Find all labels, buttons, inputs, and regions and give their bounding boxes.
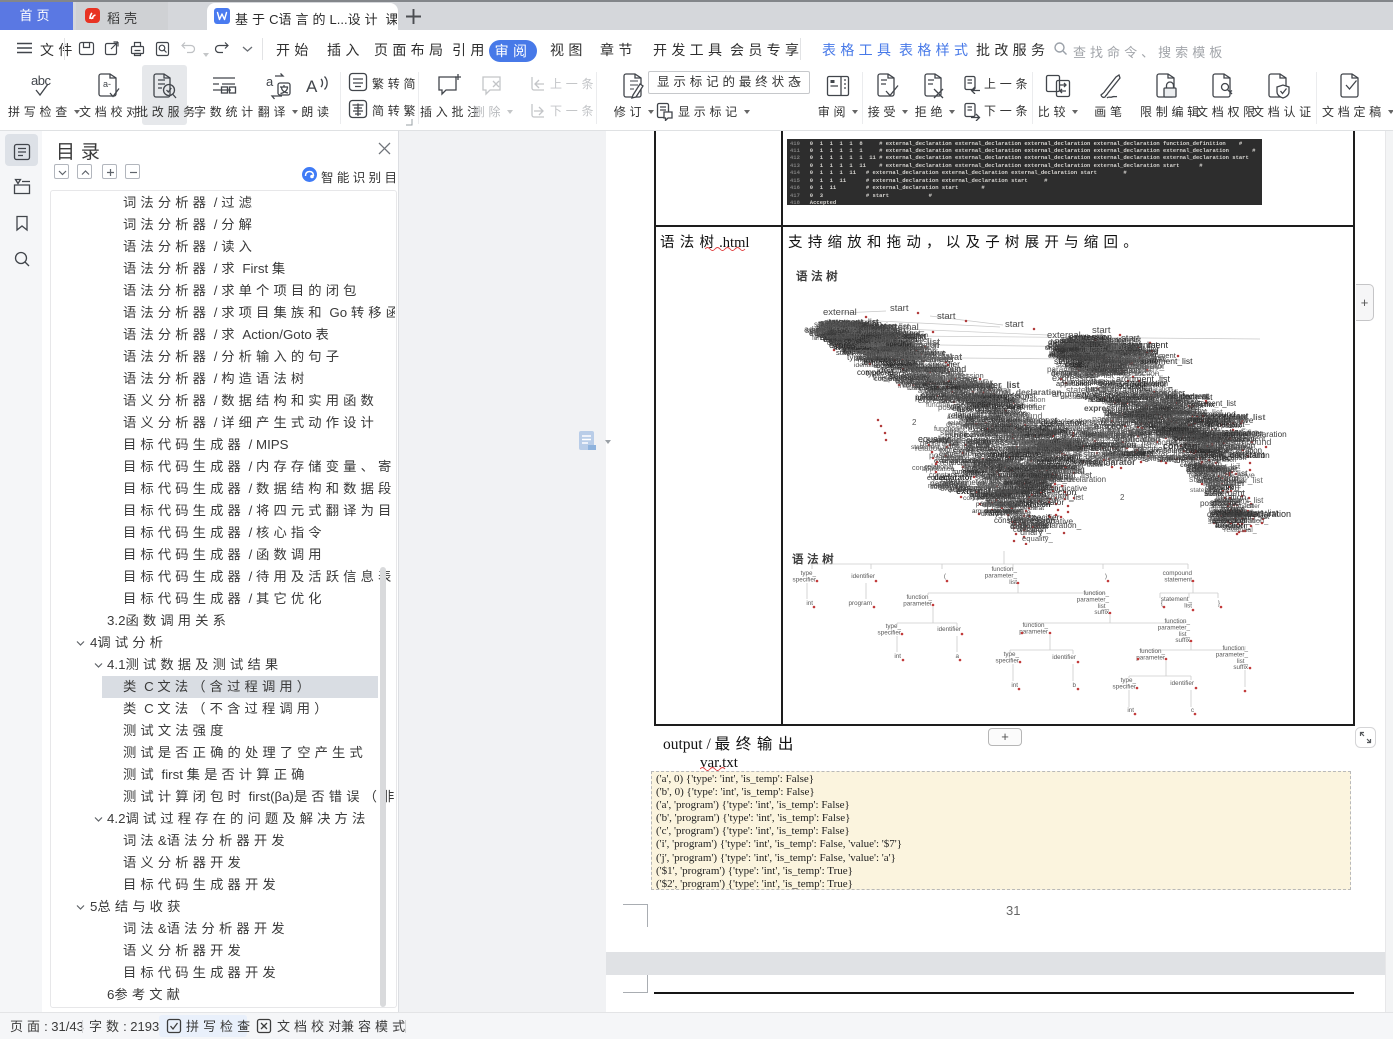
svg-text:specifier: specifier [1113,683,1136,690]
svg-text:list: list [1009,579,1017,586]
svg-text:identifier: identifier [851,573,875,580]
svg-text:external_declaration: external_declaration [978,387,1062,397]
svg-text:constant: constant [1052,462,1083,471]
svg-text:suffix: suffix [1087,462,1103,469]
svg-text:asse: asse [1007,450,1021,457]
svg-text:expression_: expression_ [1095,456,1131,463]
svg-text:specifier: specifier [793,576,816,583]
svg-text:suffix: suffix [1131,426,1152,436]
svg-text:parameter: parameter [946,394,977,401]
svg-text:postfix_: postfix_ [1079,352,1109,362]
svg-text:start: start [1005,319,1024,330]
svg-text:identifier: identifier [1052,654,1076,661]
svg-text:external: external [1078,338,1112,349]
svg-text:relational_: relational_ [940,458,976,467]
svg-text:start: start [1092,325,1111,336]
svg-text:init_declarat: init_declarat [950,441,990,450]
svg-text:parameter: parameter [913,365,952,375]
svg-text:a: a [955,653,959,660]
svg-text:declaration: declaration [1050,352,1082,359]
svg-text:program: program [849,600,872,607]
svg-text:application: application [1222,429,1260,438]
svg-text:int: int [1127,707,1134,714]
svg-text:specifier: specifier [930,376,958,383]
svg-text:init_declarat: init_declarat [1008,505,1044,512]
svg-text:expression_: expression_ [1052,373,1102,383]
svg-text:suffix: suffix [1094,609,1109,616]
svg-text:parameter: parameter [1136,654,1165,661]
svg-text:compound: compound [857,368,893,377]
svg-text:suffix: suffix [1175,637,1190,644]
svg-text:iteration_: iteration_ [1087,424,1125,434]
svg-text:selection_: selection_ [1230,510,1263,518]
svg-text:specifier: specifier [996,657,1019,664]
svg-text:external: external [823,307,857,318]
svg-text:function_: function_ [1172,403,1203,412]
svg-text:2: 2 [1048,483,1053,492]
svg-text:list: list [1184,602,1192,609]
svg-text:start: start [937,311,956,322]
svg-text:external_: external_ [885,322,925,333]
svg-text:}: } [1218,600,1220,607]
svg-text:(: ( [944,573,947,580]
svg-text:statement: statement [1164,576,1192,583]
svg-text:asse: asse [989,466,1003,473]
svg-text:function_: function_ [1215,520,1250,530]
svg-text:A: A [306,77,318,96]
svg-text:start: start [1124,341,1143,352]
svg-text:b: b [1072,682,1076,689]
svg-text:start: start [890,303,909,314]
svg-text:2: 2 [1120,493,1125,502]
svg-text:2: 2 [1043,463,1048,472]
svg-text:abc: abc [31,73,51,88]
svg-text:a-: a- [103,79,111,89]
svg-text:identifier: identifier [1018,520,1053,530]
svg-text:assignment: assignment [892,345,930,352]
svg-text:suffix: suffix [1204,488,1224,498]
svg-text:statement_list: statement_list [1187,416,1231,424]
svg-text:2: 2 [912,418,917,427]
svg-text:int: int [894,653,901,660]
svg-text:constant: constant [1185,448,1211,455]
svg-text:identifier: identifier [1039,440,1068,449]
svg-text:multiplicative: multiplicative [1207,470,1255,480]
svg-text:identifier: identifier [1170,680,1194,687]
svg-text:parameter: parameter [1019,628,1048,635]
svg-text:application: application [1045,427,1088,437]
svg-text:function_: function_ [926,402,954,409]
svg-text:declaration_: declaration_ [851,333,897,343]
svg-text:): ) [1105,573,1107,580]
svg-text:selection_: selection_ [1127,369,1164,378]
svg-text:expression: expression [980,420,1018,429]
svg-text:assignment: assignment [1185,435,1228,445]
svg-text:c: c [1191,707,1194,714]
svg-text:identifier: identifier [937,626,961,633]
svg-text:a: a [266,74,274,89]
svg-text:multiplicative: multiplicative [974,485,1022,495]
svg-text:function_: function_ [934,424,964,433]
svg-text:int: int [806,600,813,607]
svg-text:selection_: selection_ [1090,443,1132,453]
svg-text:application: application [922,466,955,473]
svg-text:suffix: suffix [1233,664,1248,671]
svg-text:statement: statement [930,385,960,392]
svg-text:selection_: selection_ [1046,456,1077,463]
svg-text:spec: spec [957,374,978,384]
svg-text:int: int [1011,682,1018,689]
svg-text:specifier: specifier [878,629,901,636]
svg-text:parameter: parameter [903,600,932,607]
svg-text:2: 2 [1205,468,1210,477]
svg-text:iteration_: iteration_ [1110,385,1146,395]
svg-text:equality_: equality_ [918,434,955,444]
